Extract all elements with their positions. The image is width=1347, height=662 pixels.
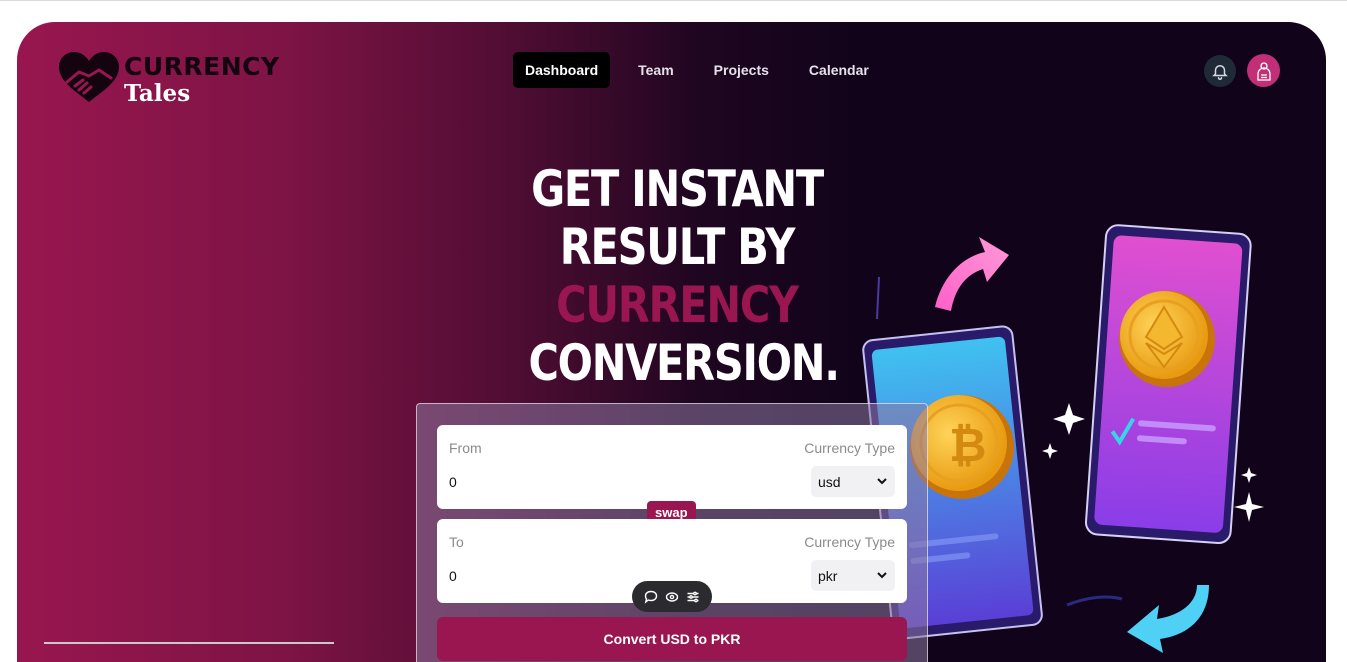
- horizontal-scrollbar[interactable]: [44, 642, 334, 644]
- hero-line-1: GET INSTANT RESULT BY: [531, 160, 824, 276]
- chevron-down-icon: [877, 478, 887, 485]
- to-amount-input[interactable]: [449, 568, 649, 584]
- to-currency-type-label: Currency Type: [804, 534, 895, 550]
- hero-line-2: CURRENCY CONVERSION.: [461, 276, 893, 392]
- user-avatar[interactable]: [1247, 54, 1280, 87]
- from-amount-input[interactable]: [449, 474, 649, 490]
- nav-team[interactable]: Team: [626, 52, 686, 88]
- svg-text:₿: ₿: [949, 418, 987, 472]
- to-label: To: [449, 534, 464, 550]
- eye-icon[interactable]: [665, 590, 679, 604]
- bell-icon: [1212, 65, 1228, 80]
- nav-calendar[interactable]: Calendar: [797, 52, 881, 88]
- sparkle-icon: [1234, 492, 1264, 522]
- handshake-heart-icon: [59, 52, 119, 102]
- to-currency-select[interactable]: pkr: [811, 560, 895, 591]
- hero-headline: GET INSTANT RESULT BY CURRENCY CONVERSIO…: [461, 160, 893, 392]
- chevron-down-icon: [877, 572, 887, 579]
- to-currency-value: pkr: [818, 567, 838, 584]
- user-icon: [1256, 61, 1271, 81]
- sparkle-icon: [1241, 467, 1257, 483]
- from-box: From Currency Type usd: [437, 425, 907, 509]
- brand-name-top: CURRENCY: [124, 52, 280, 81]
- nav-dashboard[interactable]: Dashboard: [513, 52, 611, 88]
- from-currency-type-label: Currency Type: [804, 440, 895, 456]
- brand-logo[interactable]: CURRENCY Tales: [57, 50, 280, 107]
- floating-toolbar: [632, 581, 712, 612]
- from-label: From: [449, 440, 482, 456]
- hero-accent-word: CURRENCY: [556, 276, 799, 334]
- main-nav: Dashboard Team Projects Calendar: [513, 52, 881, 88]
- hero-card: CURRENCY Tales Dashboard Team Projects C…: [17, 22, 1326, 662]
- nav-projects[interactable]: Projects: [702, 52, 781, 88]
- ethereum-coin-icon: [1119, 291, 1215, 387]
- pink-arrow-icon: [935, 237, 1009, 311]
- convert-button[interactable]: Convert USD to PKR: [437, 617, 907, 661]
- converter-panel: From Currency Type usd swap To Currency …: [416, 403, 928, 662]
- browser-viewport: CURRENCY Tales Dashboard Team Projects C…: [0, 0, 1347, 662]
- sparkle-icon: [1053, 403, 1085, 435]
- from-currency-select[interactable]: usd: [811, 466, 895, 497]
- sparkle-icon: [1042, 443, 1058, 459]
- sliders-icon[interactable]: [686, 590, 700, 604]
- brand-name-bottom: Tales: [124, 80, 191, 107]
- hero-line-2-rest: CONVERSION.: [515, 334, 840, 392]
- comment-icon[interactable]: [644, 590, 658, 604]
- notifications-button[interactable]: [1204, 55, 1236, 87]
- from-currency-value: usd: [818, 473, 841, 490]
